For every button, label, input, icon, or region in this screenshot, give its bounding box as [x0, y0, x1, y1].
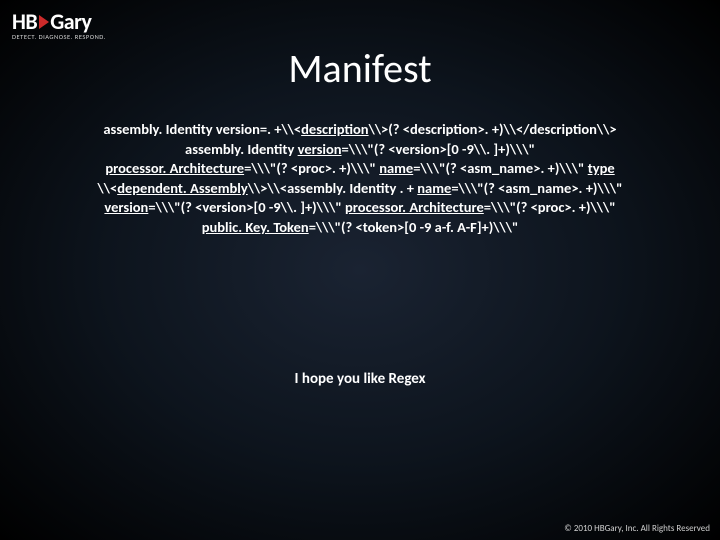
brand-logo: HB Gary DETECT. DIAGNOSE. RESPOND.	[12, 8, 106, 41]
regex-underline: processor. Architecture	[105, 159, 244, 177]
regex-underline: public. Key. Token	[202, 218, 309, 236]
regex-line-1: assembly. Identity version=. +\\<descrip…	[30, 120, 690, 140]
regex-underline: description	[301, 120, 368, 138]
copyright-text: © 2010 HBGary, Inc. All Rights Reserved	[564, 523, 710, 534]
slide-title: Manifest	[0, 44, 720, 93]
brand-logo-main: HB Gary	[12, 8, 106, 35]
regex-block: assembly. Identity version=. +\\<descrip…	[30, 120, 690, 237]
regex-line-2: assembly. Identity version=\\\"(? <versi…	[30, 140, 690, 160]
regex-underline: name	[417, 179, 451, 197]
regex-underline: processor. Architecture	[345, 198, 484, 216]
regex-underline: type	[588, 159, 615, 177]
regex-underline: name	[379, 159, 413, 177]
regex-line-4: \\<dependent. Assembly\\>\\<assembly. Id…	[30, 179, 690, 199]
logo-hb-text: HB	[12, 8, 37, 35]
regex-underline: version	[104, 198, 148, 216]
regex-underline: version	[298, 140, 342, 158]
logo-tagline: DETECT. DIAGNOSE. RESPOND.	[12, 33, 106, 41]
regex-line-3: processor. Architecture=\\\"(? <proc>. +…	[30, 159, 690, 179]
regex-line-6: public. Key. Token=\\\"(? <token>[0 -9 a…	[30, 218, 690, 238]
slide-subline: I hope you like Regex	[0, 370, 720, 388]
logo-gary-text: Gary	[50, 8, 91, 35]
regex-underline: dependent. Assembly	[117, 179, 248, 197]
arrow-right-icon	[39, 15, 49, 29]
regex-line-5: version=\\\"(? <version>[0 -9\\. ]+)\\\"…	[30, 198, 690, 218]
